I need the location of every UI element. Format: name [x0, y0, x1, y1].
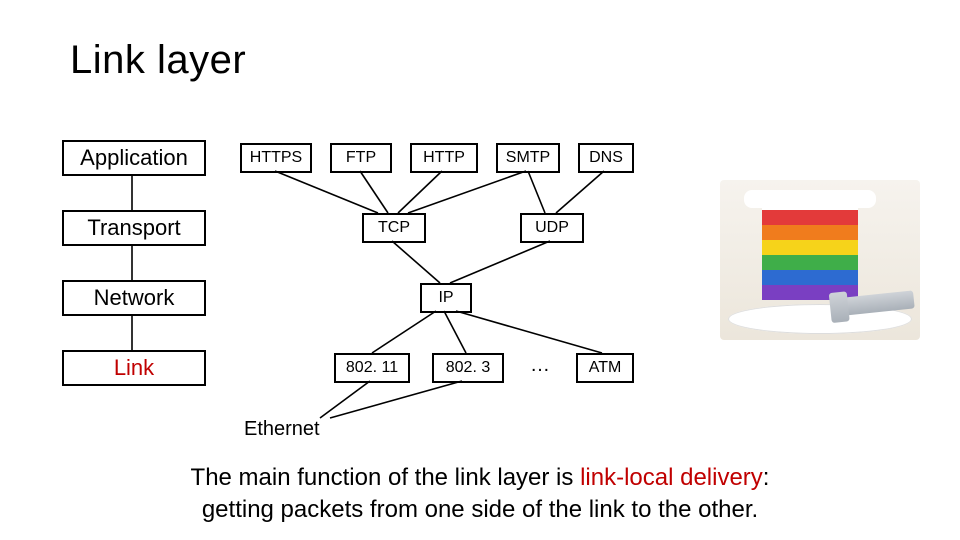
- protocol-dns-label: DNS: [589, 149, 623, 167]
- layer-application-label: Application: [80, 145, 188, 171]
- caption-highlight: link-local delivery: [580, 464, 763, 491]
- protocol-http-label: HTTP: [423, 149, 465, 167]
- layer-network-label: Network: [94, 285, 175, 311]
- protocol-802-11-box: 802. 11: [334, 353, 410, 383]
- protocol-802-3-label: 802. 3: [446, 359, 490, 377]
- protocol-http-box: HTTP: [410, 143, 478, 173]
- protocol-https-box: HTTPS: [240, 143, 312, 173]
- protocol-ip-box: IP: [420, 283, 472, 313]
- ethernet-label: Ethernet: [244, 418, 320, 441]
- protocol-ftp-box: FTP: [330, 143, 392, 173]
- protocol-tcp-box: TCP: [362, 213, 426, 243]
- layer-transport-box: Transport: [62, 210, 206, 246]
- caption-pre: The main function of the link layer is: [191, 464, 581, 491]
- link-ellipsis: …: [530, 354, 550, 377]
- protocol-ftp-label: FTP: [346, 149, 376, 167]
- slide-caption: The main function of the link layer is l…: [0, 462, 960, 527]
- layer-transport-label: Transport: [87, 215, 180, 241]
- layer-link-label: Link: [114, 355, 154, 381]
- protocol-tcp-label: TCP: [378, 219, 410, 237]
- protocol-https-label: HTTPS: [250, 149, 302, 167]
- cake-image: [720, 180, 920, 340]
- layer-link-box: Link: [62, 350, 206, 386]
- protocol-udp-label: UDP: [535, 219, 569, 237]
- slide-title: Link layer: [70, 38, 246, 83]
- protocol-udp-box: UDP: [520, 213, 584, 243]
- protocol-802-11-label: 802. 11: [346, 359, 398, 377]
- layer-application-box: Application: [62, 140, 206, 176]
- slide: Link layer Application Transport Network…: [0, 0, 960, 540]
- protocol-atm-label: ATM: [589, 359, 622, 377]
- protocol-dns-box: DNS: [578, 143, 634, 173]
- protocol-atm-box: ATM: [576, 353, 634, 383]
- protocol-smtp-box: SMTP: [496, 143, 560, 173]
- layer-network-box: Network: [62, 280, 206, 316]
- protocol-ip-label: IP: [438, 289, 453, 307]
- protocol-802-3-box: 802. 3: [432, 353, 504, 383]
- protocol-smtp-label: SMTP: [506, 149, 550, 167]
